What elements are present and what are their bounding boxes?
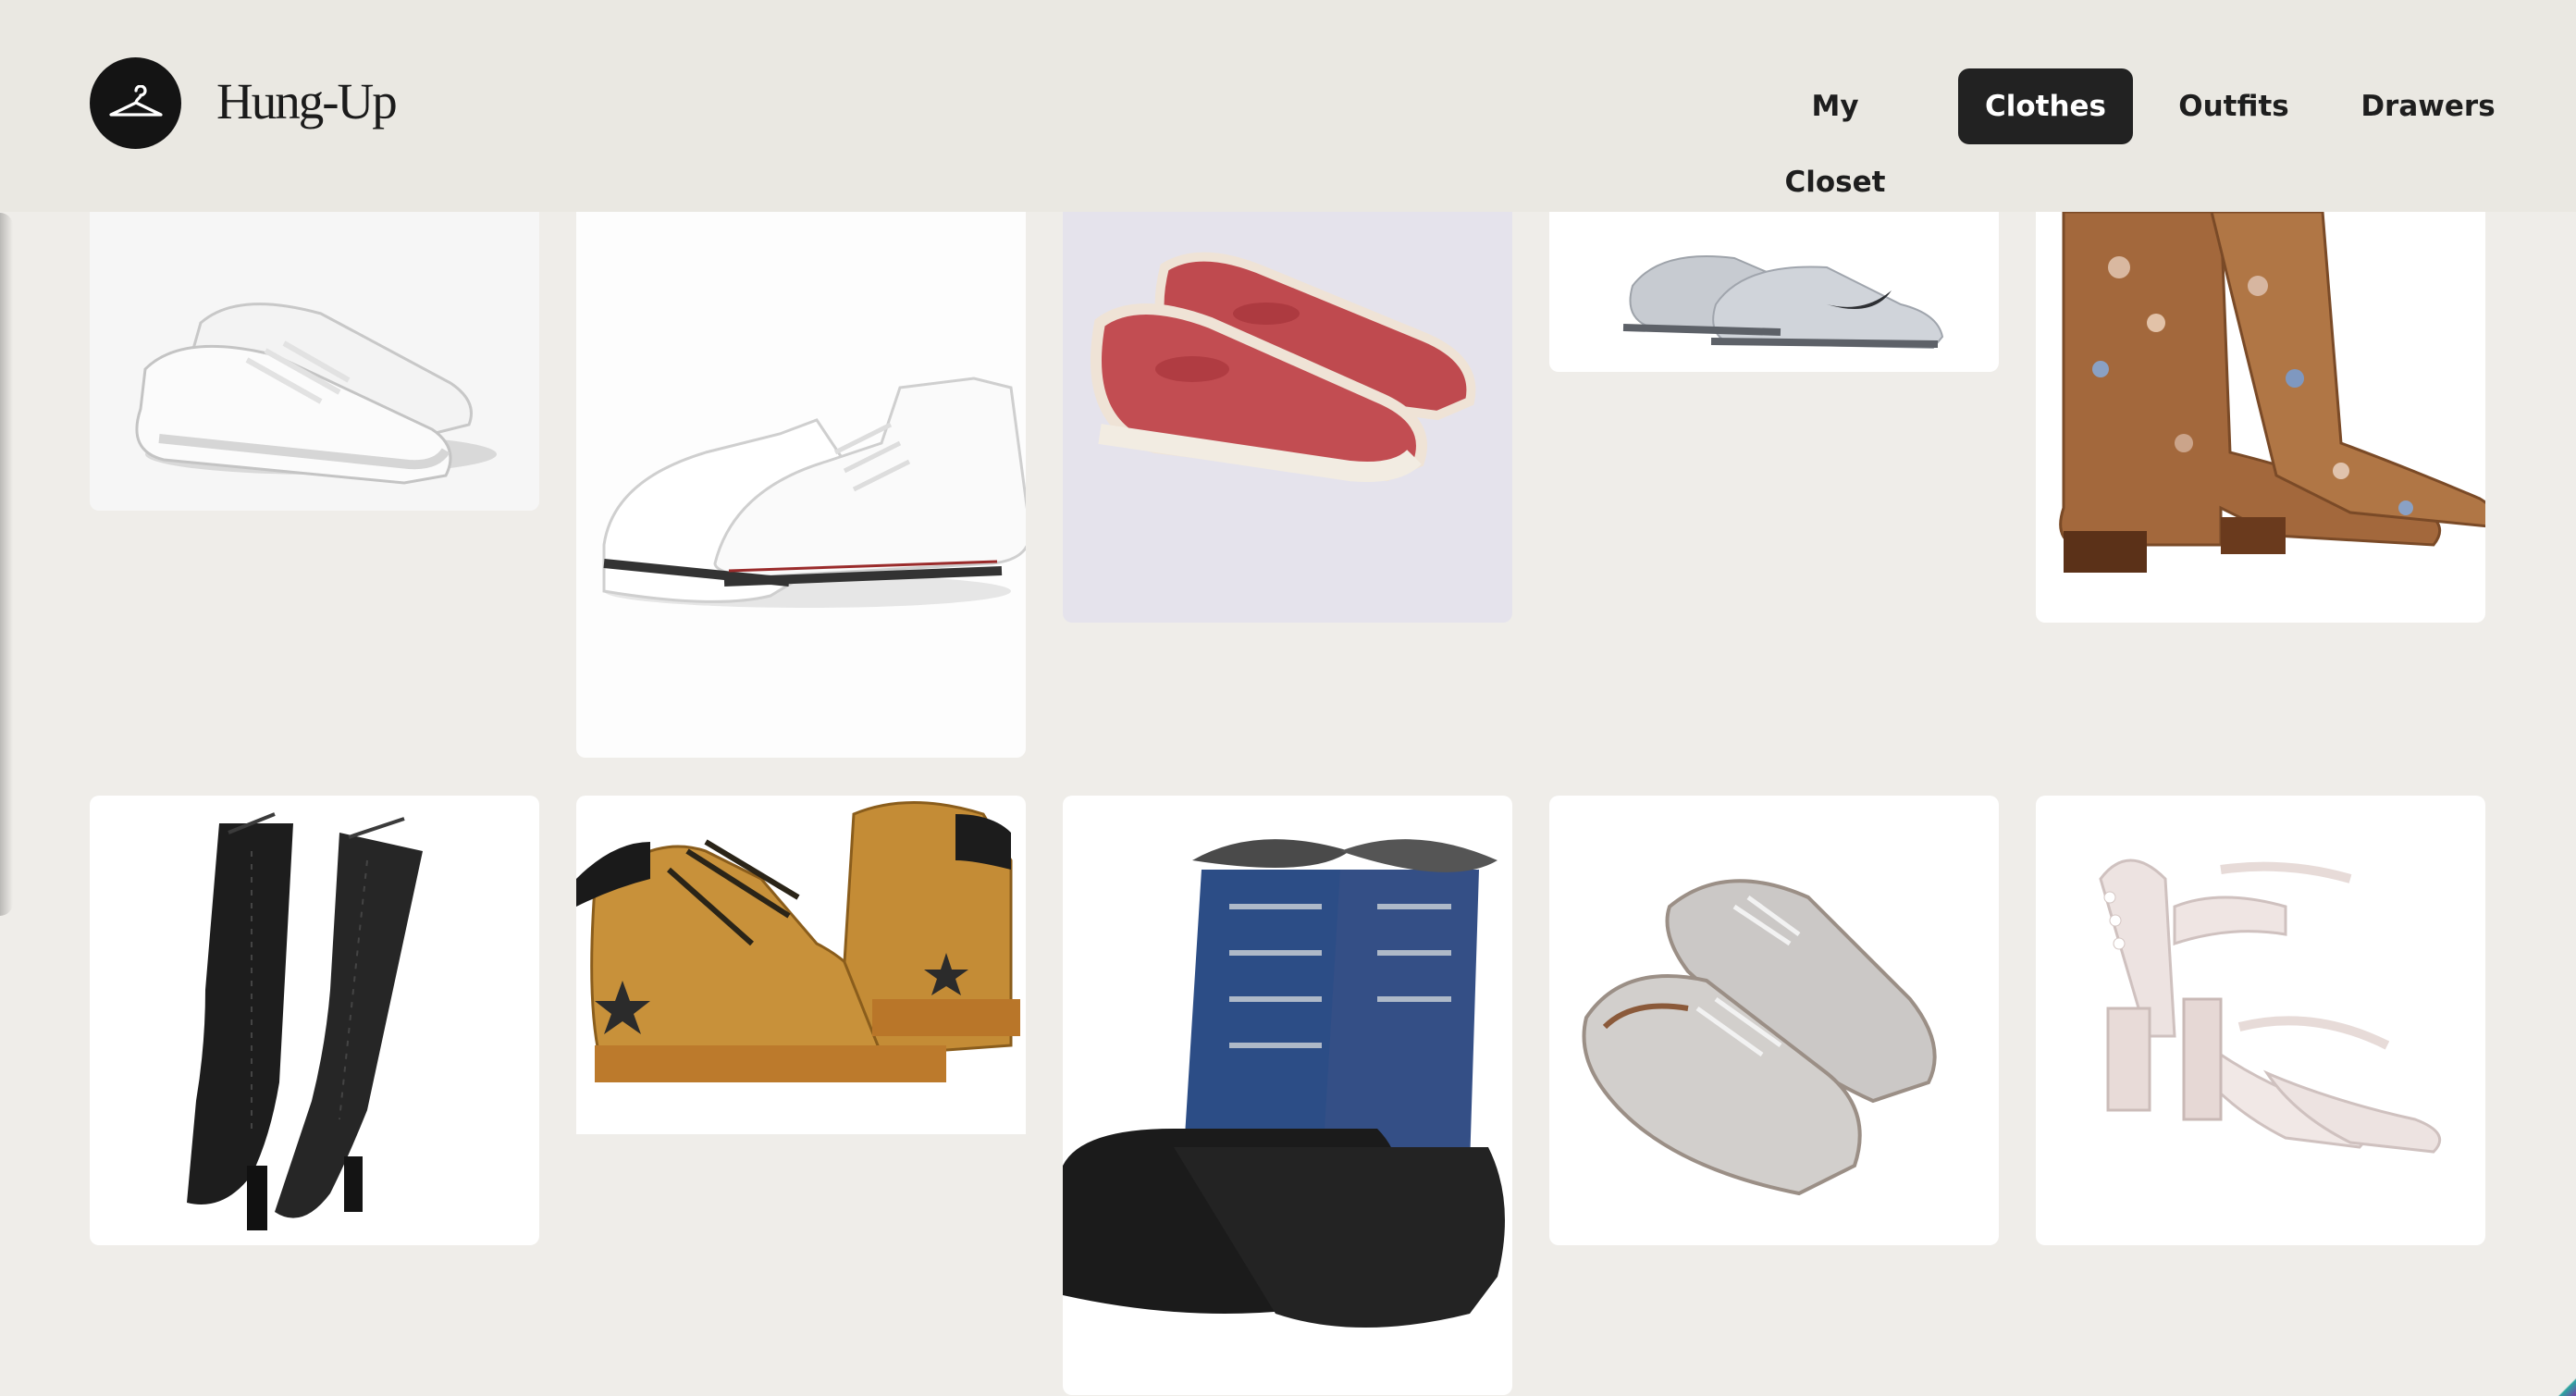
brand-name: Hung-Up (216, 73, 398, 130)
clothing-item-grey-oxfords[interactable] (1549, 796, 1999, 1245)
clothing-item-snow-boots[interactable] (1063, 796, 1512, 1395)
clothing-item-red-slip-ons[interactable] (1063, 212, 1512, 623)
clothing-item-white-leather-sneakers[interactable] (90, 212, 539, 511)
nav-clothes[interactable]: Clothes (1958, 68, 2133, 144)
clothing-item-cowboy-boots[interactable] (2036, 212, 2485, 623)
sidebar-edge (0, 213, 13, 916)
embroidered-cowboy-boots-image (2059, 212, 2485, 573)
corner-decoration (2556, 1376, 2576, 1396)
top-header: Hung-Up My Closet Clothes Outfits Drawer… (0, 0, 2576, 212)
tan-work-boots-image (576, 801, 1020, 1082)
clothing-item-work-boots[interactable] (576, 796, 1026, 1134)
clothing-item-heel-sandals[interactable] (2036, 796, 2485, 1245)
logo[interactable] (90, 57, 181, 149)
nav-outfits[interactable]: Outfits (2175, 68, 2292, 144)
hanger-icon (108, 84, 163, 117)
ivory-block-heel-sandals-image (2099, 859, 2442, 1154)
black-thigh-high-boots-image (187, 812, 423, 1230)
white-high-top-sneakers-image (602, 377, 1026, 608)
blue-winter-snow-boots-image (1063, 839, 1505, 1328)
clothing-item-thigh-high-boots[interactable] (90, 796, 539, 1245)
red-slip-on-shoes-image (1091, 252, 1476, 482)
clothing-item-white-high-tops[interactable] (576, 212, 1026, 758)
nav-drawers[interactable]: Drawers (2360, 68, 2496, 144)
grey-suede-oxfords-image (1582, 879, 1937, 1196)
clothing-item-grey-runners[interactable] (1549, 212, 1999, 372)
white-leather-sneakers-image (135, 303, 497, 485)
grey-running-shoes-image (1622, 255, 1944, 350)
nav-my-closet[interactable]: My Closet (1757, 68, 1913, 199)
